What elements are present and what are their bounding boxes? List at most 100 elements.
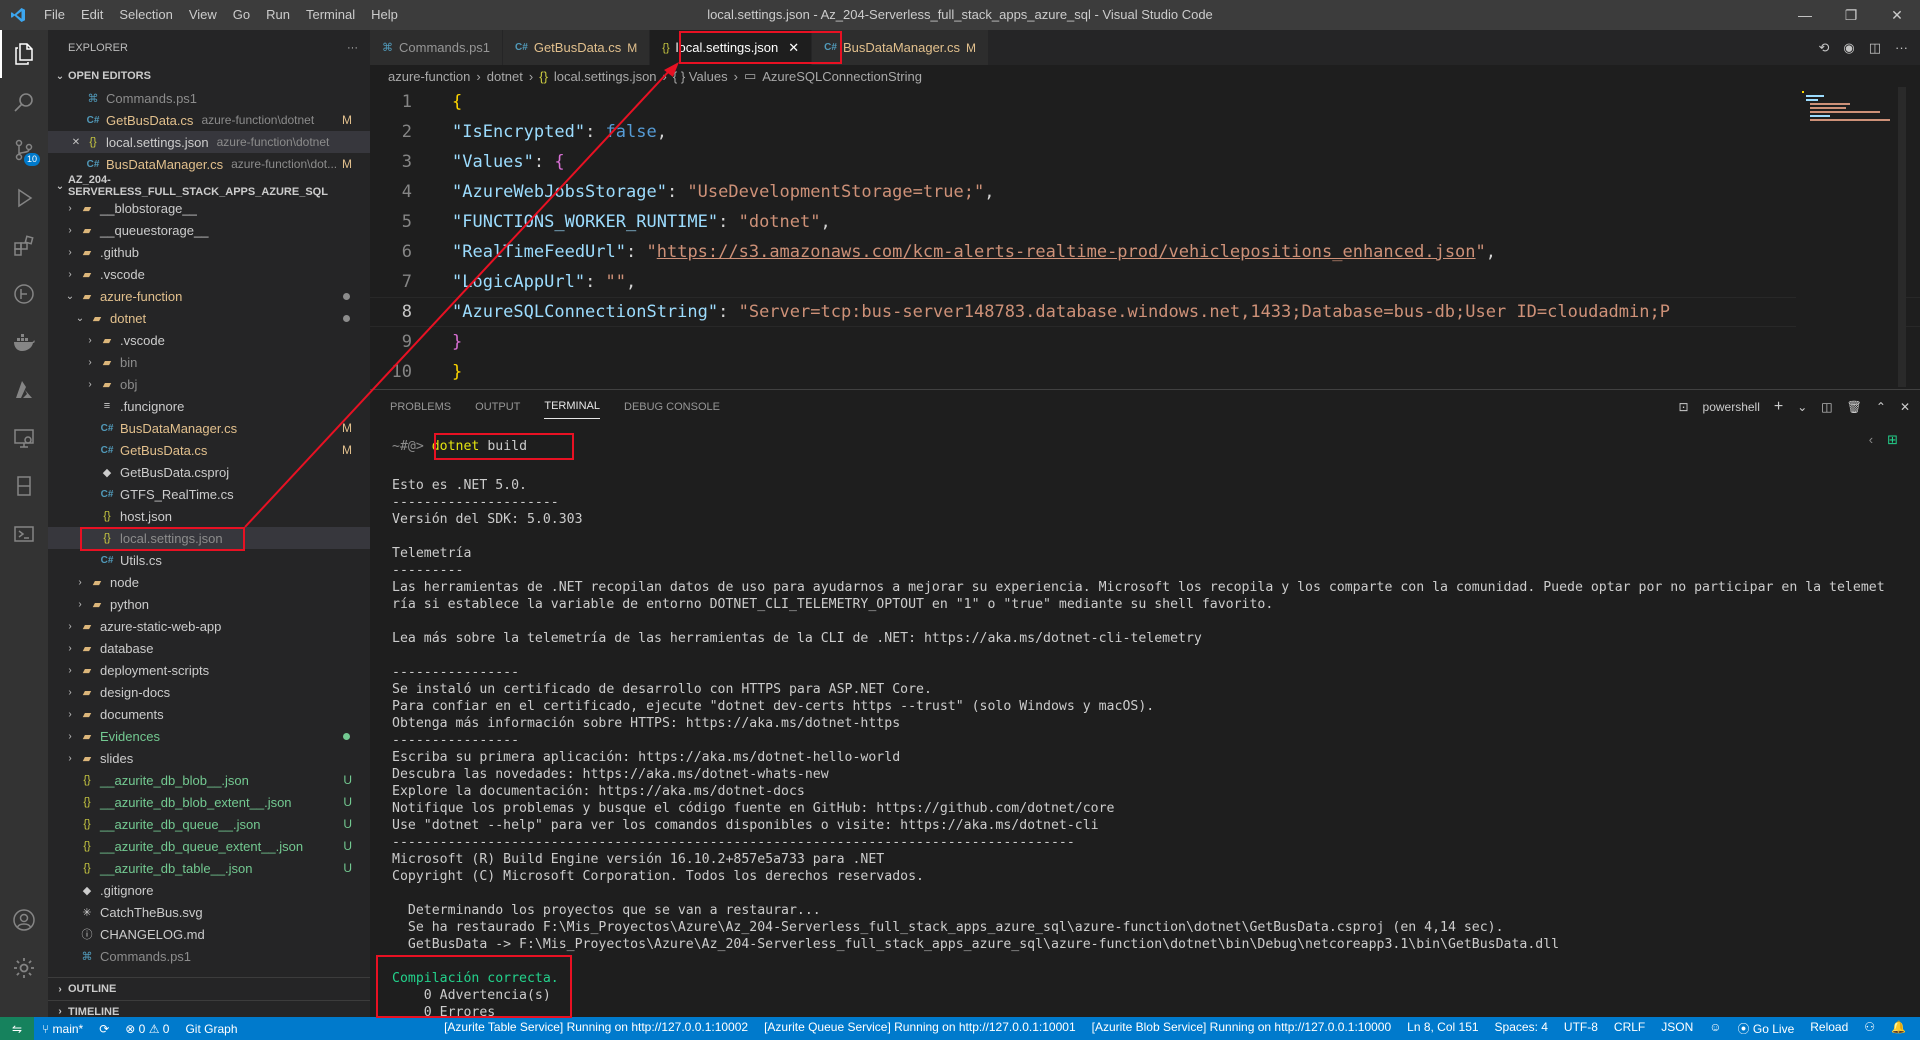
tree-item[interactable]: {} __azurite_db_blob_extent__.json U [48,791,370,813]
tree-item[interactable]: C# GTFS_RealTime.cs [48,483,370,505]
tree-item[interactable]: › ▰ .vscode [48,263,370,285]
breadcrumb-item[interactable]: azure-function [388,69,470,84]
search-icon[interactable] [0,78,48,126]
docker-icon[interactable] [0,318,48,366]
tree-item[interactable]: C# BusDataManager.cs M [48,417,370,439]
encoding[interactable]: UTF-8 [1556,1020,1606,1037]
git-branch[interactable]: ⑂ main* [34,1022,91,1036]
tree-item[interactable]: › ▰ __queuestorage__ [48,219,370,241]
tree-item[interactable]: › ▰ database [48,637,370,659]
open-editors-header[interactable]: ⌄ OPEN EDITORS [48,65,370,87]
tree-item[interactable]: ⌄ ▰ dotnet [48,307,370,329]
close-tab-icon[interactable]: ✕ [788,40,799,56]
tree-item[interactable]: › ▰ Evidences [48,725,370,747]
end-of-line[interactable]: CRLF [1606,1020,1653,1037]
more-actions-icon[interactable]: ··· [1895,40,1908,55]
menu-selection[interactable]: Selection [111,0,180,30]
tree-item[interactable]: {} __azurite_db_blob__.json U [48,769,370,791]
cursor-position[interactable]: Ln 8, Col 151 [1399,1020,1486,1037]
azurite-blob-status[interactable]: [Azurite Blob Service] Running on http:/… [1084,1020,1400,1037]
open-editor-item[interactable]: C# BusDataManager.cs azure-function\dot...… [48,153,370,175]
tree-item[interactable]: › ▰ node [48,571,370,593]
menu-go[interactable]: Go [225,0,258,30]
editor-tab[interactable]: ⌘ Commands.ps1 [370,30,504,65]
tree-item[interactable]: {} local.settings.json [48,527,370,549]
tree-item[interactable]: ✳ CatchTheBus.svg [48,901,370,923]
code-editor[interactable]: 1{2 "IsEncrypted": false, 3 "Values": {4 … [370,87,1920,387]
menu-edit[interactable]: Edit [73,0,111,30]
tree-item[interactable]: › ▰ documents [48,703,370,725]
tree-item[interactable]: C# Utils.cs [48,549,370,571]
editor-tab[interactable]: C# BusDataManager.cs M [812,30,990,65]
feedback-icon[interactable]: ☺ [1701,1020,1729,1037]
remote-indicator-icon[interactable]: ⇋ [0,1017,34,1040]
menu-file[interactable]: File [36,0,73,30]
split-editor-icon[interactable]: ◫ [1869,40,1881,56]
open-editor-item[interactable]: C# GetBusData.cs azure-function\dotnet M [48,109,370,131]
notebook-icon[interactable] [0,462,48,510]
tree-item[interactable]: C# GetBusData.cs M [48,439,370,461]
tab-problems[interactable]: PROBLEMS [390,401,451,413]
reload-button[interactable]: Reload [1802,1020,1856,1037]
timeline-header[interactable]: › TIMELINE [48,1000,370,1017]
remote-explorer-icon[interactable] [0,414,48,462]
tab-debug-console[interactable]: DEBUG CONSOLE [624,401,720,413]
maximize-panel-icon[interactable]: ⌃ [1876,400,1886,414]
history-icon[interactable]: ⟲ [1818,40,1829,56]
tree-item[interactable]: {} __azurite_db_queue_extent__.json U [48,835,370,857]
explorer-icon[interactable] [0,30,48,78]
menu-run[interactable]: Run [258,0,298,30]
tree-item[interactable]: › ▰ .vscode [48,329,370,351]
menu-view[interactable]: View [181,0,225,30]
problems-counter[interactable]: ⊗ 0 ⚠ 0 [117,1022,177,1036]
restore-icon[interactable]: ❐ [1828,0,1874,30]
tree-item[interactable]: › ▰ design-docs [48,681,370,703]
chevron-down-icon[interactable]: ⌄ [1797,400,1807,414]
azure-icon[interactable] [0,366,48,414]
close-window-icon[interactable]: ✕ [1874,0,1920,30]
tree-item[interactable]: ⓘ CHANGELOG.md [48,923,370,945]
tree-item[interactable]: ◆ .gitignore [48,879,370,901]
run-debug-icon[interactable] [0,174,48,222]
breadcrumb-item[interactable]: AzureSQLConnectionString [762,69,922,84]
outline-header[interactable]: › OUTLINE [48,978,370,1000]
git-graph-icon[interactable] [0,270,48,318]
tree-item[interactable]: › ▰ python [48,593,370,615]
close-icon[interactable]: ✕ [68,137,84,148]
trash-icon[interactable]: 🗑 [1847,400,1862,414]
open-editor-item[interactable]: ⌘ Commands.ps1 [48,87,370,109]
close-panel-icon[interactable]: ✕ [1900,400,1910,414]
tree-item[interactable]: › ▰ bin [48,351,370,373]
menu-help[interactable]: Help [363,0,406,30]
tree-item[interactable]: {} __azurite_db_table__.json U [48,857,370,879]
breadcrumb-item[interactable]: { } Values [673,69,728,84]
menu-terminal[interactable]: Terminal [298,0,363,30]
terminal-output[interactable]: ~#@> dotnet build Esto es .NET 5.0. -----… [392,434,1900,1017]
go-live-button[interactable]: ⦿ Go Live [1730,1020,1803,1037]
language-mode[interactable]: JSON [1653,1020,1701,1037]
tree-item[interactable]: {} host.json [48,505,370,527]
accounts-status-icon[interactable]: ⚇ [1856,1020,1883,1037]
tab-terminal[interactable]: TERMINAL [544,400,600,419]
powershell-icon[interactable] [0,510,48,558]
editor-tab[interactable]: C# GetBusData.cs M [503,30,651,65]
tree-item[interactable]: ≡ .funcignore [48,395,370,417]
extensions-icon[interactable] [0,222,48,270]
breadcrumb-item[interactable]: dotnet [487,69,523,84]
minimize-icon[interactable]: — [1782,0,1828,30]
tree-item[interactable]: › ▰ obj [48,373,370,395]
git-graph-button[interactable]: Git Graph [177,1022,245,1036]
tree-item[interactable]: › ▰ deployment-scripts [48,659,370,681]
azurite-table-status[interactable]: [Azurite Table Service] Running on http:… [436,1020,756,1037]
settings-gear-icon[interactable] [0,944,48,992]
tree-item[interactable]: {} __azurite_db_queue__.json U [48,813,370,835]
split-terminal-icon[interactable]: ◫ [1821,400,1832,414]
tree-item[interactable]: ◆ GetBusData.csproj [48,461,370,483]
tree-item[interactable]: › ▰ slides [48,747,370,769]
terminal-shell-selector[interactable]: powershell [1703,400,1760,414]
sync-icon[interactable]: ⟳ [91,1022,117,1036]
azurite-queue-status[interactable]: [Azurite Queue Service] Running on http:… [756,1020,1084,1037]
new-terminal-button[interactable]: + [1774,398,1783,416]
workspace-header[interactable]: ⌄ AZ_204-SERVERLESS_FULL_STACK_APPS_AZUR… [48,174,370,198]
tree-item[interactable]: › ▰ azure-static-web-app [48,615,370,637]
